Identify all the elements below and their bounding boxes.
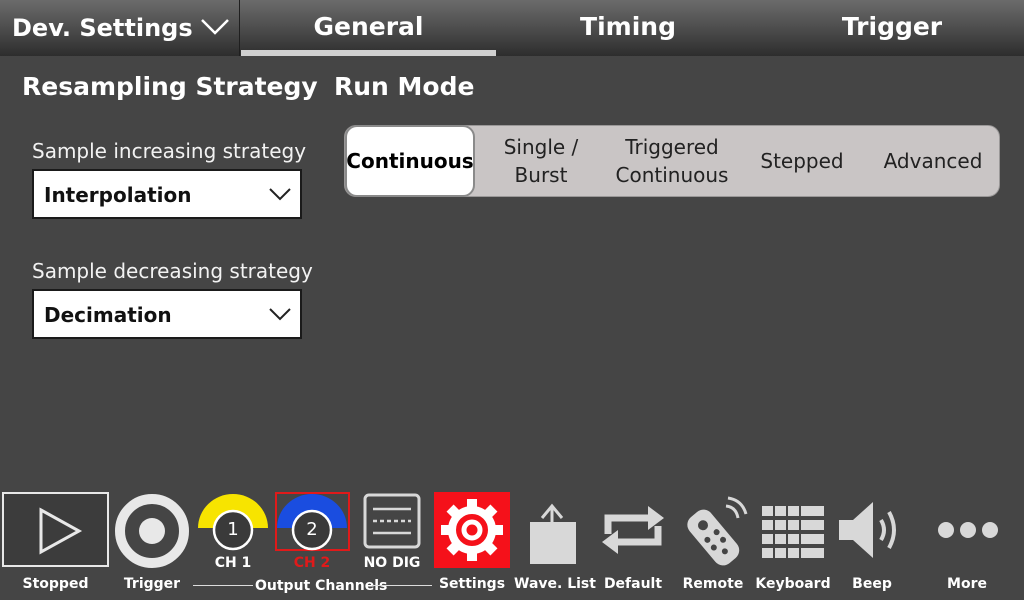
header-bar: Dev. Settings General Timing Trigger <box>0 0 1024 56</box>
decrease-strategy-value: Decimation <box>44 303 172 327</box>
repeat-icon <box>602 506 664 554</box>
chevron-down-icon <box>269 188 291 201</box>
dev-settings-menu[interactable]: Dev. Settings <box>0 0 240 56</box>
run-mode-stepped[interactable]: Stepped <box>737 126 867 196</box>
run-stop-button[interactable]: Stopped <box>0 490 111 600</box>
no-dig-label: NO DIG <box>363 555 421 571</box>
ch2-button[interactable]: 2 CH 2 <box>275 490 350 571</box>
active-tab-indicator <box>241 50 496 56</box>
run-mode-option-label: Advanced <box>883 149 983 173</box>
chevron-down-icon <box>201 19 229 35</box>
dev-settings-title: Dev. Settings <box>12 14 193 42</box>
tab-trigger-label: Trigger <box>841 12 943 41</box>
default-label: Default <box>603 576 663 592</box>
more-label: More <box>947 576 987 592</box>
tab-timing-label: Timing <box>580 12 676 41</box>
chevron-down-icon <box>269 308 291 321</box>
remote-button[interactable]: Remote <box>673 490 753 600</box>
tab-timing[interactable]: Timing <box>496 0 760 56</box>
keypad-icon <box>762 506 824 558</box>
decrease-strategy-dropdown[interactable]: Decimation <box>32 289 302 339</box>
increase-strategy-dropdown[interactable]: Interpolation <box>32 169 302 219</box>
tab-general[interactable]: General <box>241 0 496 56</box>
ch1-button[interactable]: 1 CH 1 <box>196 490 270 571</box>
ch1-label: CH 1 <box>214 555 252 571</box>
wave-list-button[interactable]: Wave. List <box>514 490 596 600</box>
increase-strategy-value: Interpolation <box>44 183 192 207</box>
digital-channel-icon <box>363 493 421 549</box>
tab-trigger[interactable]: Trigger <box>760 0 1024 56</box>
run-mode-advanced[interactable]: Advanced <box>867 126 999 196</box>
ch2-number: 2 <box>306 519 318 540</box>
keyboard-label: Keyboard <box>755 576 831 592</box>
group-divider <box>372 585 432 586</box>
play-icon <box>39 507 83 555</box>
decrease-label: Sample decreasing strategy <box>32 259 313 283</box>
trigger-label: Trigger <box>123 576 181 592</box>
run-mode-continuous[interactable]: Continuous <box>345 125 475 197</box>
trigger-icon <box>115 494 189 568</box>
no-dig-button[interactable]: NO DIG <box>354 490 430 571</box>
ch1-number: 1 <box>227 519 239 540</box>
remote-label: Remote <box>682 576 744 592</box>
run-mode-title: Run Mode <box>334 72 475 101</box>
resampling-title: Resampling Strategy <box>22 72 318 101</box>
remote-icon <box>687 496 748 566</box>
group-divider <box>193 585 253 586</box>
tab-general-label: General <box>313 12 424 41</box>
beep-button[interactable]: Beep <box>833 490 911 600</box>
ch2-label: CH 2 <box>293 555 331 571</box>
output-channels-label: Output Channels <box>255 578 388 594</box>
gear-icon <box>441 499 503 561</box>
trigger-button[interactable]: Trigger <box>111 490 193 600</box>
bottom-toolbar: Stopped Trigger 1 CH 1 2 CH 2 NO DIG Out… <box>0 490 1024 600</box>
increase-label: Sample increasing strategy <box>32 139 307 163</box>
keyboard-button[interactable]: Keyboard <box>753 490 833 600</box>
run-mode-option-label: Continuous <box>346 149 474 173</box>
run-mode-option-label: Stepped <box>760 149 844 173</box>
more-button[interactable]: More <box>922 490 1012 600</box>
run-mode-selector: Continuous Single / Burst Triggered Cont… <box>344 125 1000 197</box>
settings-label: Settings <box>438 576 506 592</box>
upload-icon <box>530 503 576 564</box>
run-mode-single-burst[interactable]: Single / Burst <box>475 126 607 196</box>
default-button[interactable]: Default <box>594 490 672 600</box>
stopped-label: Stopped <box>22 576 89 592</box>
run-mode-option-label: Single / <box>503 135 579 159</box>
speaker-icon <box>839 502 896 558</box>
run-mode-option-label: Triggered <box>625 135 719 159</box>
more-dots-icon <box>938 522 998 538</box>
settings-button[interactable]: Settings <box>432 490 512 600</box>
beep-label: Beep <box>852 576 892 592</box>
run-stop-frame <box>2 492 109 567</box>
wave-list-label: Wave. List <box>514 576 596 592</box>
run-mode-option-label: Burst <box>514 163 568 187</box>
run-mode-option-label: Continuous <box>615 163 729 187</box>
run-mode-triggered-continuous[interactable]: Triggered Continuous <box>607 126 737 196</box>
